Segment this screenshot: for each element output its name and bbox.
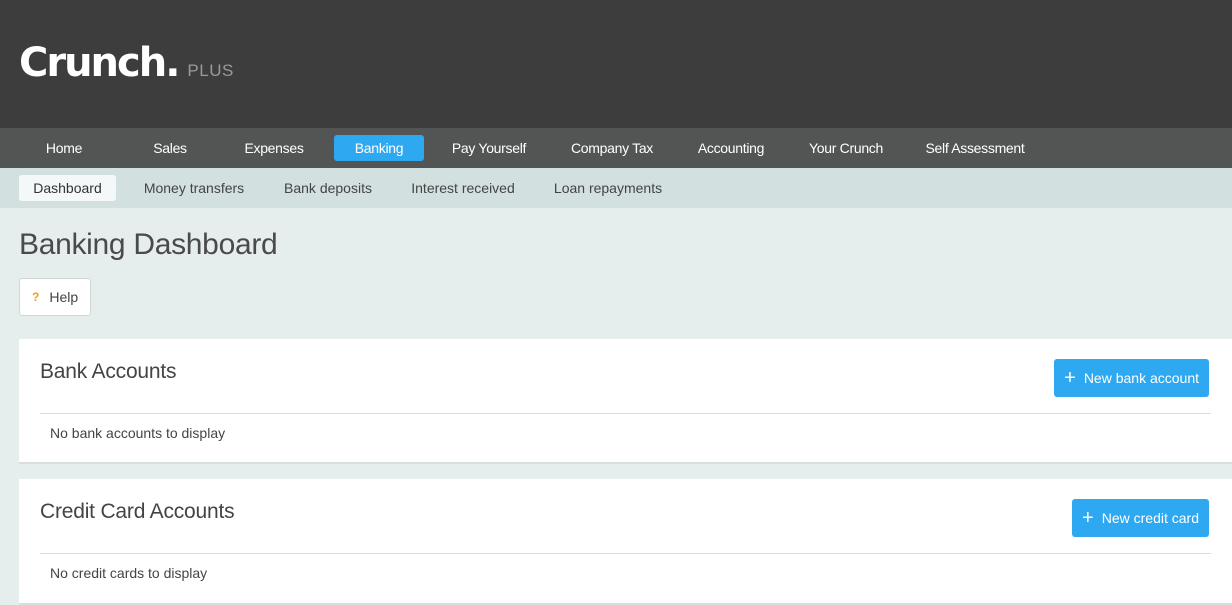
bank-accounts-title: Bank Accounts	[40, 360, 177, 383]
help-button[interactable]: ? Help	[19, 278, 91, 316]
plus-icon: +	[1064, 367, 1076, 389]
credit-cards-title: Credit Card Accounts	[40, 500, 235, 523]
subnav-item-money-transfers[interactable]: Money transfers	[136, 175, 252, 201]
nav-item-self-assessment[interactable]: Self Assessment	[918, 135, 1032, 161]
new-bank-account-label: New bank account	[1083, 370, 1199, 386]
app-header: Crunch. PLUS	[0, 0, 1232, 128]
nav-item-accounting[interactable]: Accounting	[688, 135, 774, 161]
panel-divider	[40, 413, 1211, 414]
new-credit-card-label: New credit card	[1101, 510, 1199, 526]
bank-accounts-panel: Bank Accounts + New bank account No bank…	[19, 339, 1232, 464]
sub-nav: Dashboard Money transfers Bank deposits …	[0, 168, 1232, 208]
bank-accounts-empty-text: No bank accounts to display	[50, 425, 226, 441]
page-title: Banking Dashboard	[19, 228, 278, 261]
crunch-logo[interactable]: Crunch. PLUS	[19, 40, 234, 90]
nav-item-pay-yourself[interactable]: Pay Yourself	[444, 135, 534, 161]
new-bank-account-button[interactable]: + New bank account	[1054, 359, 1209, 397]
question-icon: ?	[32, 290, 40, 304]
subnav-item-interest-received[interactable]: Interest received	[404, 175, 522, 201]
subnav-item-bank-deposits[interactable]: Bank deposits	[276, 175, 380, 201]
credit-cards-panel: Credit Card Accounts + New credit card N…	[19, 479, 1232, 605]
subnav-item-dashboard[interactable]: Dashboard	[19, 175, 116, 201]
nav-item-company-tax[interactable]: Company Tax	[560, 135, 664, 161]
credit-cards-empty-text: No credit cards to display	[50, 565, 208, 581]
subnav-item-loan-repayments[interactable]: Loan repayments	[546, 175, 670, 201]
logo-wordmark: Crunch.	[19, 40, 180, 86]
logo-plus-label: PLUS	[187, 61, 234, 80]
nav-item-your-crunch[interactable]: Your Crunch	[798, 135, 894, 161]
nav-item-home[interactable]: Home	[30, 135, 98, 161]
nav-item-banking[interactable]: Banking	[334, 135, 424, 161]
plus-icon: +	[1082, 507, 1094, 529]
nav-item-sales[interactable]: Sales	[140, 135, 200, 161]
help-label: Help	[49, 289, 79, 305]
new-credit-card-button[interactable]: + New credit card	[1072, 499, 1209, 537]
main-nav: Home Sales Expenses Banking Pay Yourself…	[0, 128, 1232, 168]
panel-divider	[40, 553, 1211, 554]
nav-item-expenses[interactable]: Expenses	[234, 135, 314, 161]
